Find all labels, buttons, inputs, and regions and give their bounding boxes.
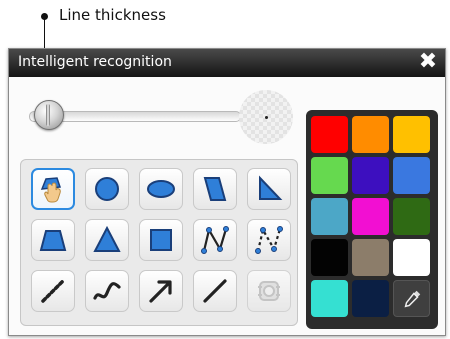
tool-trapezoid[interactable] <box>31 219 75 261</box>
tool-circle[interactable] <box>85 168 129 210</box>
callout-line <box>44 16 45 48</box>
trapezoid-icon <box>37 224 69 256</box>
tool-arrow[interactable] <box>139 270 183 312</box>
tool-dotted-line[interactable] <box>31 270 75 312</box>
right-triangle-icon <box>253 173 285 205</box>
shape-tool-grid <box>20 159 298 326</box>
square-icon <box>145 224 177 256</box>
intelligent-recognition-panel: Intelligent recognition ✖ <box>8 48 446 336</box>
color-swatch[interactable] <box>311 198 348 235</box>
color-swatch[interactable] <box>352 116 389 153</box>
tool-triangle[interactable] <box>85 219 129 261</box>
color-palette <box>306 110 438 329</box>
ellipse-icon <box>145 173 177 205</box>
title-bar: Intelligent recognition ✖ <box>9 49 445 77</box>
color-swatch[interactable] <box>311 116 348 153</box>
tool-polyline[interactable] <box>193 219 237 261</box>
thickness-preview-dot <box>265 116 268 119</box>
eyedropper-icon <box>401 288 423 310</box>
color-swatch[interactable] <box>393 157 430 194</box>
dotted-line-icon <box>37 275 69 307</box>
color-swatch[interactable] <box>352 280 389 317</box>
tool-freehand-curve[interactable] <box>85 270 129 312</box>
line-thickness-callout: Line thickness <box>35 0 235 48</box>
tool-line[interactable] <box>193 270 237 312</box>
color-swatch[interactable] <box>311 280 348 317</box>
color-swatch[interactable] <box>352 157 389 194</box>
arrow-icon <box>145 275 177 307</box>
tool-parallelogram[interactable] <box>193 168 237 210</box>
line-thickness-slider-thumb[interactable] <box>34 100 65 130</box>
tool-smart-shape-recognition[interactable] <box>31 168 75 210</box>
tool-square[interactable] <box>139 219 183 261</box>
color-swatch[interactable] <box>393 198 430 235</box>
circle-icon <box>91 173 123 205</box>
tool-magic-shape <box>247 270 291 312</box>
magic-shape-icon <box>253 275 285 307</box>
line-thickness-preview <box>239 90 293 144</box>
tool-ellipse[interactable] <box>139 168 183 210</box>
close-button[interactable]: ✖ <box>416 50 440 74</box>
eyedropper-button[interactable] <box>393 280 430 317</box>
tool-dashed-polyline[interactable] <box>247 219 291 261</box>
smart-recognition-icon <box>37 173 69 205</box>
tool-right-triangle[interactable] <box>247 168 291 210</box>
parallelogram-icon <box>199 173 231 205</box>
panel-title: Intelligent recognition <box>18 54 172 70</box>
polyline-icon <box>199 224 231 256</box>
color-swatch[interactable] <box>311 157 348 194</box>
color-swatch[interactable] <box>311 239 348 276</box>
triangle-icon <box>91 224 123 256</box>
color-swatch[interactable] <box>393 116 430 153</box>
color-swatch[interactable] <box>352 198 389 235</box>
dashed-polyline-icon <box>253 224 285 256</box>
color-swatch[interactable] <box>393 239 430 276</box>
wave-icon <box>91 275 123 307</box>
callout-label: Line thickness <box>59 6 166 24</box>
color-swatch[interactable] <box>352 239 389 276</box>
line-icon <box>199 275 231 307</box>
